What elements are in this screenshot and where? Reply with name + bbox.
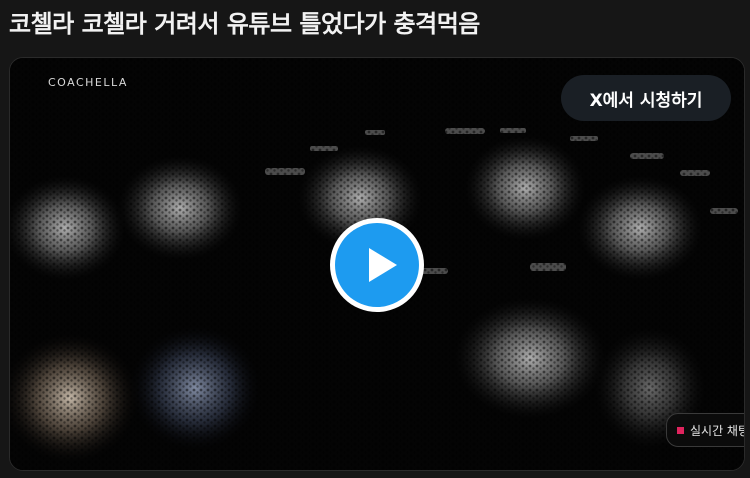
coachella-watermark: COACHELLA xyxy=(48,76,128,89)
play-button-circle xyxy=(335,223,419,307)
live-indicator-icon xyxy=(677,426,684,434)
watch-on-x-button[interactable]: X에서 시청하기 xyxy=(561,75,731,121)
video-player[interactable]: COACHELLA X에서 시청하기 실시간 채팅 xyxy=(9,57,745,471)
play-icon xyxy=(369,248,397,282)
live-chat-button[interactable]: 실시간 채팅 xyxy=(666,413,745,447)
post-title: 코첼라 코첼라 거려서 유튜브 틀었다가 충격먹음 xyxy=(9,10,480,38)
play-button[interactable] xyxy=(330,218,424,312)
live-chat-label: 실시간 채팅 xyxy=(690,423,745,438)
